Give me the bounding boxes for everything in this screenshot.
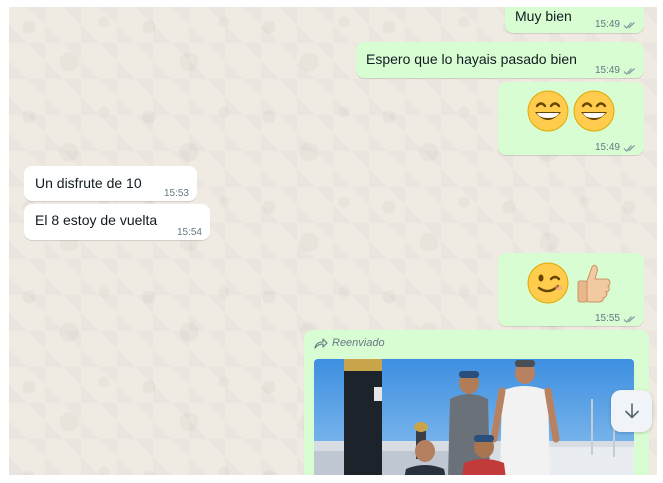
message-text: El 8 estoy de vuelta [35, 212, 158, 228]
message-bubble-incoming[interactable]: Un disfrute de 10 15:53 [24, 166, 197, 201]
message-bubble-incoming[interactable]: El 8 estoy de vuelta 15:54 [24, 204, 210, 240]
forwarded-label: Reenviado [314, 337, 385, 349]
message-bubble-outgoing[interactable]: Muy bien 15:49 [505, 7, 644, 33]
message-meta: 15:55 [595, 313, 636, 325]
emoji-group [527, 90, 615, 132]
double-check-icon [623, 67, 636, 76]
message-meta: 15:49 [595, 19, 636, 31]
message-meta: 15:54 [177, 227, 202, 239]
grinning-face-with-smiling-eyes-icon [527, 90, 569, 132]
double-check-icon [623, 315, 636, 324]
message-meta: 15:53 [164, 188, 189, 200]
winking-face-icon [527, 262, 569, 304]
message-text: Espero que lo hayais pasado bien [366, 51, 577, 67]
arrow-down-icon [624, 403, 639, 419]
message-bubble-outgoing[interactable]: Espero que lo hayais pasado bien 15:49 [356, 42, 644, 78]
double-check-icon [623, 144, 636, 153]
message-bubble-outgoing[interactable]: 15:49 [498, 82, 644, 155]
chat-window: Muy bien 15:49 Espero que lo hayais pasa… [0, 0, 663, 483]
message-bubble-outgoing-forwarded[interactable]: Reenviado [304, 330, 649, 475]
message-time: 15:53 [163, 188, 189, 199]
message-text: Muy bien [515, 8, 572, 24]
message-time: 15:49 [594, 19, 620, 30]
chat-message-area[interactable]: Muy bien 15:49 Espero que lo hayais pasa… [9, 7, 657, 475]
forwarded-text: Reenviado [332, 337, 385, 349]
scroll-to-bottom-button[interactable] [611, 390, 652, 432]
message-time: 15:49 [594, 142, 620, 153]
photo-image [314, 359, 634, 475]
message-time: 15:49 [594, 65, 620, 76]
message-photo[interactable] [314, 359, 634, 475]
message-bubble-outgoing[interactable]: 15:55 [498, 253, 644, 326]
message-time: 15:55 [594, 313, 620, 324]
emoji-group [527, 262, 613, 304]
thumbs-up-icon [577, 264, 611, 303]
double-check-icon [623, 21, 636, 30]
message-meta: 15:49 [595, 65, 636, 77]
message-meta: 15:49 [595, 142, 636, 154]
message-text: Un disfrute de 10 [35, 175, 142, 191]
forward-arrow-icon [314, 337, 328, 349]
grinning-face-with-smiling-eyes-icon [573, 90, 615, 132]
message-time: 15:54 [176, 227, 202, 238]
